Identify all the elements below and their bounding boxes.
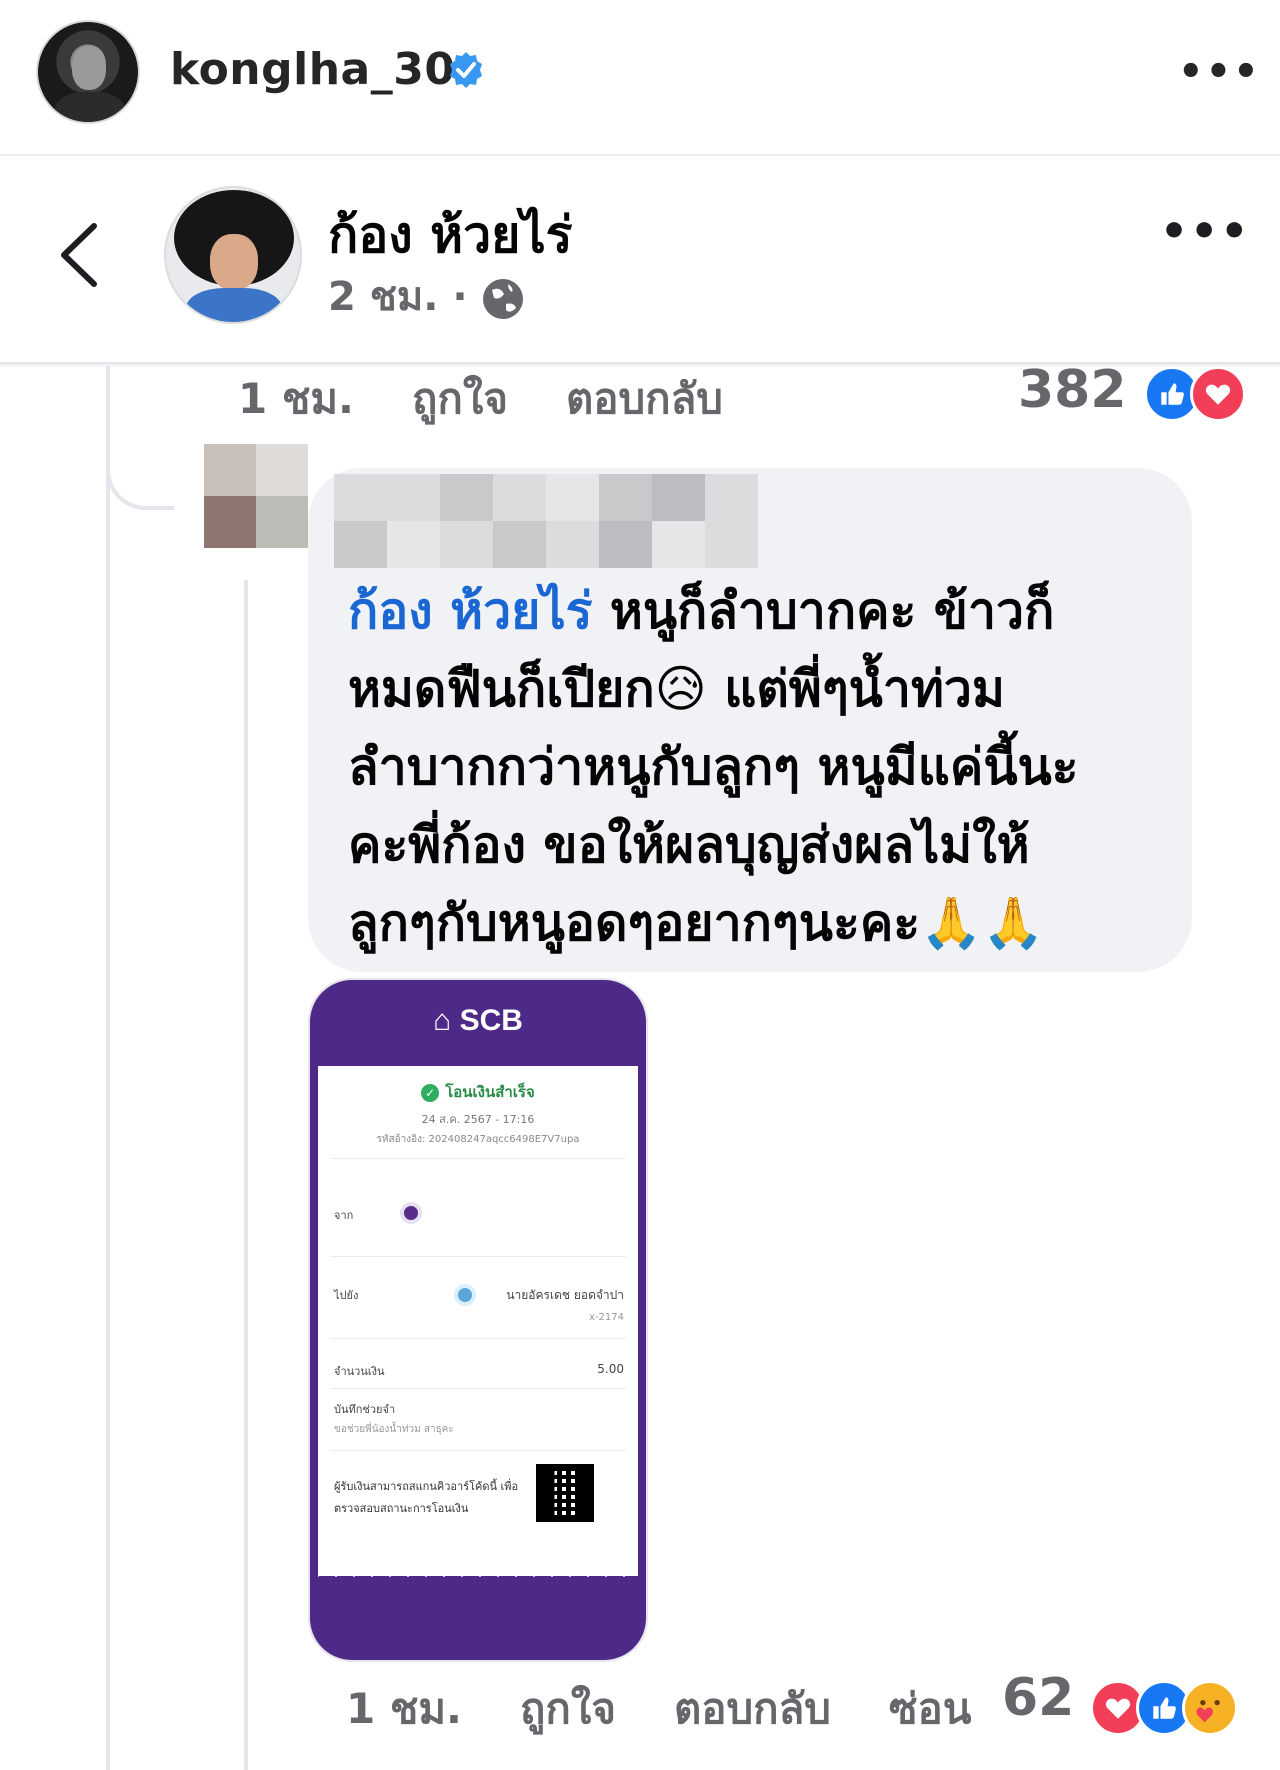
- slip-paper: ✓ โอนเงินสำเร็จ 24 ส.ค. 2567 - 17:16 รหัส…: [318, 1066, 638, 1576]
- profile-avatar[interactable]: [36, 20, 140, 124]
- thread-line: [106, 366, 110, 1770]
- reaction-count[interactable]: 382: [1018, 360, 1127, 420]
- post-timestamp: 2 ชม. ·: [328, 274, 468, 320]
- mention-link[interactable]: ก้อง ห้วยไร่: [348, 582, 592, 640]
- comment-actions: 1 ชม. ถูกใจ ตอบกลับ: [238, 366, 781, 432]
- scb-logo: ⌂ SCB: [433, 1004, 523, 1037]
- comment-time: 1 ชม.: [238, 374, 354, 423]
- bank-icon: [454, 1284, 476, 1306]
- amount-label: จำนวนเงิน: [334, 1365, 385, 1378]
- love-icon: [1190, 366, 1246, 422]
- reaction-count[interactable]: 62: [1002, 1668, 1074, 1728]
- like-button[interactable]: ถูกใจ: [412, 366, 508, 432]
- recipient-account: x-2174: [589, 1312, 624, 1323]
- transfer-status: ✓ โอนเงินสำเร็จ: [318, 1080, 638, 1104]
- comment-time: 1 ชม.: [346, 1684, 462, 1733]
- amount-value: 5.00: [597, 1362, 624, 1376]
- divider: [330, 1256, 626, 1257]
- hide-button[interactable]: ซ่อน: [889, 1676, 971, 1742]
- reaction-summary[interactable]: [1090, 1680, 1238, 1736]
- reply-button[interactable]: ตอบกลับ: [566, 366, 723, 432]
- more-options-icon[interactable]: •••: [1160, 210, 1250, 254]
- qr-instructions: ผู้รับเงินสามารถสแกนคิวอาร์โค้ดนี้ เพื่อ…: [334, 1480, 519, 1515]
- verified-badge-icon: [450, 52, 482, 88]
- thread-line: [244, 580, 248, 1770]
- reply-connector: [106, 440, 174, 510]
- commenter-avatar-blurred[interactable]: [204, 444, 308, 548]
- divider: [330, 1388, 626, 1389]
- commenter-name-blurred[interactable]: [334, 474, 758, 568]
- back-arrow-icon[interactable]: [56, 220, 100, 290]
- bank-icon: [400, 1202, 422, 1224]
- like-button[interactable]: ถูกใจ: [520, 1676, 616, 1742]
- transfer-slip-image[interactable]: ⌂ SCB ✓ โอนเงินสำเร็จ 24 ส.ค. 2567 - 17:1…: [308, 978, 648, 1662]
- transfer-reference: รหัสอ้างอิง: 202408247aqcc6498E7V7upa: [376, 1134, 580, 1145]
- divider: [330, 1158, 626, 1159]
- globe-icon: [483, 279, 523, 319]
- facebook-post-header: ก้อง ห้วยไร่ 2 ชม. · •••: [0, 158, 1280, 364]
- care-icon: [1182, 1680, 1238, 1736]
- divider: [330, 1450, 626, 1451]
- reaction-summary[interactable]: [1144, 366, 1246, 422]
- note-label: บันทึกช่วยจำ: [334, 1403, 396, 1416]
- slip-torn-edge: [318, 1568, 638, 1586]
- instagram-post-header: konglha_30 •••: [0, 0, 1280, 156]
- from-label: จาก: [334, 1209, 354, 1222]
- to-label: ไปยัง: [334, 1289, 359, 1302]
- author-avatar[interactable]: [164, 186, 302, 324]
- comment-text: ก้อง ห้วยไร่ หนูก็ลำบากคะ ข้าวก็ หมดฟืนก…: [348, 572, 1178, 962]
- qr-code-icon: [536, 1464, 594, 1522]
- more-options-icon[interactable]: •••: [1178, 52, 1261, 92]
- divider: [330, 1338, 626, 1339]
- note-text: ขอช่วยพี่น้องน้ำท่วม สาธุคะ: [334, 1424, 454, 1435]
- comment-actions: 1 ชม. ถูกใจ ตอบกลับ ซ่อน: [346, 1676, 971, 1742]
- comment-bubble: ก้อง ห้วยไร่ หนูก็ลำบากคะ ข้าวก็ หมดฟืนก…: [308, 468, 1192, 972]
- check-icon: ✓: [421, 1083, 440, 1102]
- reply-button[interactable]: ตอบกลับ: [674, 1676, 831, 1742]
- username[interactable]: konglha_30: [170, 44, 455, 95]
- recipient-name: นายอัครเดช ยอดจำปา: [506, 1288, 624, 1302]
- transfer-date: 24 ส.ค. 2567 - 17:16: [421, 1113, 535, 1126]
